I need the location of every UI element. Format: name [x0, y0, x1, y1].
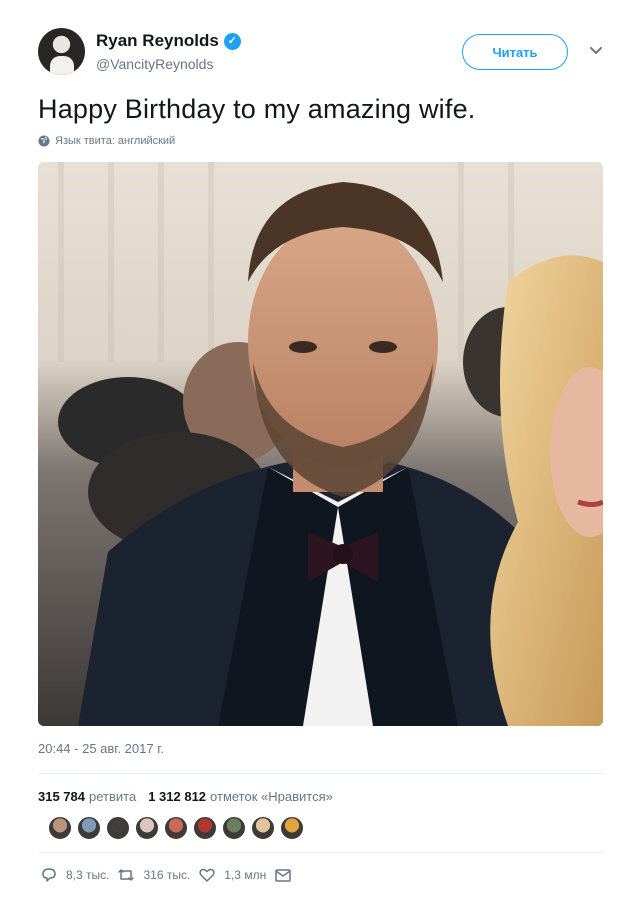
retweet-button[interactable]: 316 тыс. — [117, 866, 190, 884]
direct-message-button[interactable] — [274, 866, 300, 884]
retweet-count: 316 тыс. — [143, 868, 191, 882]
retweets-stat[interactable]: 315 784 ретвита — [38, 789, 136, 804]
tweet-photo[interactable] — [38, 162, 603, 726]
retweet-icon — [118, 869, 135, 881]
divider — [38, 773, 603, 774]
likers-avatars — [48, 816, 309, 840]
divider — [38, 852, 603, 853]
verified-badge-icon: ✓ — [223, 32, 241, 50]
likes-stat[interactable]: 1 312 812 отметок «Нравится» — [148, 789, 333, 804]
globe-icon — [38, 135, 50, 147]
tweet-stats: 315 784 ретвита 1 312 812 отметок «Нравитс… — [38, 789, 333, 804]
author-avatar[interactable] — [38, 28, 85, 75]
liker-avatar[interactable] — [77, 816, 101, 840]
reply-button[interactable]: 8,3 тыс. — [40, 866, 109, 884]
heart-icon — [199, 868, 215, 882]
chevron-down-icon[interactable] — [586, 40, 606, 60]
liker-avatar[interactable] — [164, 816, 188, 840]
likes-label: отметок «Нравится» — [210, 789, 333, 804]
retweets-count: 315 784 — [38, 789, 85, 804]
author-name[interactable]: Ryan Reynolds — [96, 31, 219, 51]
tweet-header: Ryan Reynolds ✓ @VancityReynolds Читать — [38, 28, 608, 78]
liker-avatar[interactable] — [48, 816, 72, 840]
liker-avatar[interactable] — [222, 816, 246, 840]
retweets-label: ретвита — [89, 789, 137, 804]
liker-avatar[interactable] — [135, 816, 159, 840]
liker-avatar[interactable] — [193, 816, 217, 840]
envelope-icon — [275, 869, 291, 882]
reply-count: 8,3 тыс. — [66, 868, 110, 882]
author-handle[interactable]: @VancityReynolds — [96, 56, 213, 72]
language-note-text: Язык твита: английский — [55, 135, 176, 147]
tweet-actions: 8,3 тыс. 316 тыс. 1,3 млн — [40, 866, 308, 884]
like-button[interactable]: 1,3 млн — [198, 866, 266, 884]
liker-avatar[interactable] — [280, 816, 304, 840]
follow-button[interactable]: Читать — [462, 34, 568, 70]
author-name-row: Ryan Reynolds ✓ — [96, 31, 241, 51]
likes-count: 1 312 812 — [148, 789, 207, 804]
tweet-text: Happy Birthday to my amazing wife. — [38, 94, 476, 124]
reply-icon — [42, 868, 56, 882]
liker-avatar[interactable] — [106, 816, 130, 840]
liker-avatar[interactable] — [251, 816, 275, 840]
tweet-language-note: Язык твита: английский — [38, 135, 175, 147]
like-count: 1,3 млн — [224, 868, 267, 882]
tweet-timestamp[interactable]: 20:44 - 25 авг. 2017 г. — [38, 741, 164, 756]
